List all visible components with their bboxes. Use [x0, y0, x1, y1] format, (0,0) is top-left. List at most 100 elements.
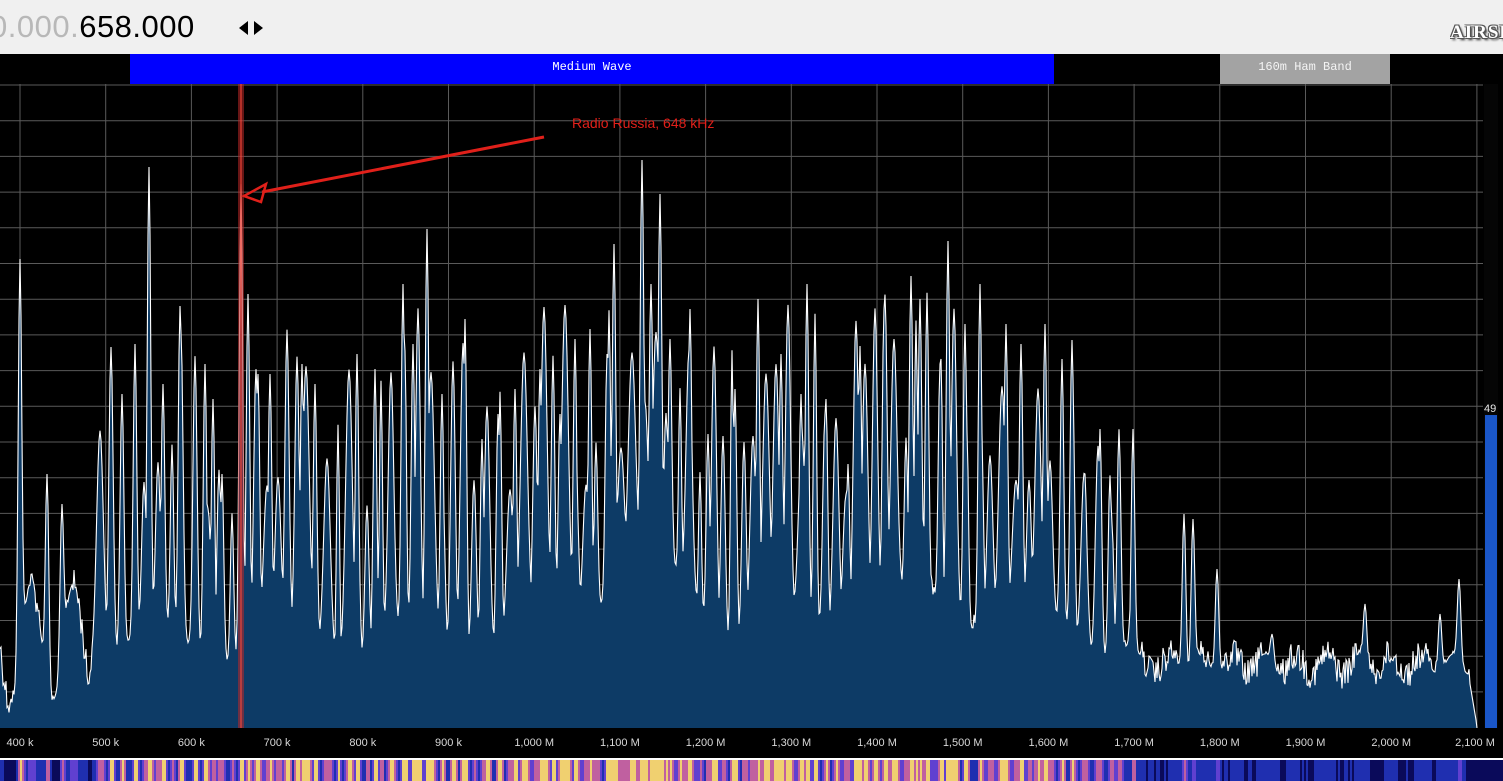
waterfall-column — [1036, 760, 1038, 781]
waterfall-column — [752, 760, 754, 781]
spectrum-display[interactable]: Radio Russia, 648 kHz 49 — [0, 84, 1503, 728]
waterfall-column — [324, 760, 326, 781]
waterfall-column — [856, 760, 858, 781]
waterfall-column — [614, 760, 616, 781]
waterfall-column — [312, 760, 314, 781]
waterfall-column — [1212, 760, 1214, 781]
waterfall-column — [978, 760, 980, 781]
waterfall-column — [930, 760, 932, 781]
waterfall-column — [440, 760, 442, 781]
waterfall-column — [574, 760, 576, 781]
waterfall-column — [664, 760, 666, 781]
waterfall-column — [1258, 760, 1260, 781]
tune-right-arrow-icon[interactable] — [254, 21, 263, 35]
waterfall-column — [60, 760, 62, 781]
frequency-digits[interactable]: 658.000 — [79, 9, 195, 44]
waterfall-column — [300, 760, 302, 781]
waterfall-column — [100, 760, 102, 781]
waterfall-column — [948, 760, 950, 781]
waterfall-column — [1384, 760, 1386, 781]
waterfall-column — [1416, 760, 1418, 781]
axis-tick-label: 500 k — [92, 737, 120, 749]
waterfall-column — [188, 760, 190, 781]
waterfall-column — [650, 760, 652, 781]
waterfall-column — [1204, 760, 1206, 781]
waterfall-column — [430, 760, 432, 781]
waterfall-column — [940, 760, 942, 781]
spectrum-plot[interactable]: Radio Russia, 648 kHz 49 — [0, 84, 1503, 728]
waterfall-column — [1306, 760, 1308, 781]
waterfall-column — [1122, 760, 1124, 781]
waterfall-column — [964, 760, 966, 781]
waterfall-column — [546, 760, 548, 781]
waterfall-column — [724, 760, 726, 781]
frequency-prefix[interactable]: 0.000. — [0, 9, 79, 44]
waterfall-column — [806, 760, 808, 781]
waterfall-column — [1120, 760, 1122, 781]
frequency-display[interactable]: 0.000.658.000 — [0, 10, 195, 44]
waterfall-column — [834, 760, 836, 781]
axis-tick-label: 1,500 M — [942, 737, 983, 749]
waterfall-column — [1418, 760, 1420, 781]
waterfall-column — [342, 760, 344, 781]
waterfall-column — [392, 760, 394, 781]
waterfall-column — [968, 760, 970, 781]
waterfall-column — [1102, 760, 1104, 781]
waterfall-column — [1010, 760, 1012, 781]
waterfall-column — [174, 760, 176, 781]
waterfall-column — [846, 760, 848, 781]
waterfall-column — [616, 760, 618, 781]
waterfall-column — [732, 760, 734, 781]
waterfall-column — [676, 760, 678, 781]
waterfall-column — [1448, 760, 1450, 781]
waterfall-column — [144, 760, 146, 781]
waterfall-column — [156, 760, 158, 781]
waterfall-column — [812, 760, 814, 781]
waterfall-column — [608, 760, 610, 781]
waterfall-column — [466, 760, 468, 781]
waterfall-column — [888, 760, 890, 781]
waterfall-column — [1046, 760, 1048, 781]
waterfall-column — [974, 760, 976, 781]
waterfall-display[interactable] — [0, 760, 1503, 781]
level-meter-fill[interactable] — [1485, 415, 1497, 728]
waterfall-column — [636, 760, 638, 781]
waterfall-column — [656, 760, 658, 781]
waterfall-column — [786, 760, 788, 781]
waterfall-column — [878, 760, 880, 781]
waterfall-column — [406, 760, 408, 781]
level-meter[interactable]: 49 — [1484, 84, 1498, 728]
waterfall-column — [942, 760, 944, 781]
waterfall-column — [548, 760, 550, 781]
waterfall-column — [704, 760, 706, 781]
band-medium-wave[interactable]: Medium Wave — [130, 54, 1054, 84]
waterfall-column — [308, 760, 310, 781]
waterfall-column — [234, 760, 236, 781]
waterfall-column — [910, 760, 912, 781]
waterfall-column — [368, 760, 370, 781]
waterfall-column — [116, 760, 118, 781]
waterfall-column — [1004, 760, 1006, 781]
waterfall-column — [194, 760, 196, 781]
waterfall-column — [1262, 760, 1264, 781]
waterfall-column — [40, 760, 42, 781]
waterfall-column — [1020, 760, 1022, 781]
waterfall-column — [410, 760, 412, 781]
waterfall-column — [276, 760, 278, 781]
waterfall-column — [898, 760, 900, 781]
waterfall-column — [526, 760, 528, 781]
waterfall-column — [260, 760, 262, 781]
waterfall-column — [208, 760, 210, 781]
waterfall-column — [980, 760, 982, 781]
waterfall-column — [1326, 760, 1328, 781]
waterfall-column — [168, 760, 170, 781]
waterfall-column — [450, 760, 452, 781]
tune-left-arrow-icon[interactable] — [239, 21, 248, 35]
waterfall-column — [1330, 760, 1332, 781]
waterfall-column — [1324, 760, 1326, 781]
band-160m-ham[interactable]: 160m Ham Band — [1220, 54, 1390, 84]
waterfall-column — [1000, 760, 1002, 781]
waterfall-column — [110, 760, 112, 781]
waterfall-column — [958, 760, 960, 781]
tune-step-arrows[interactable] — [237, 14, 267, 42]
